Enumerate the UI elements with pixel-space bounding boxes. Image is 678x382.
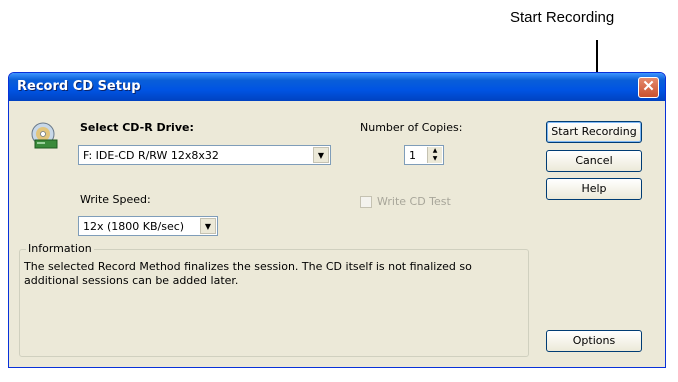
spinner-arrows-icon[interactable]: ▲ ▼	[427, 147, 442, 163]
drive-select[interactable]: F: IDE-CD R/RW 12x8x32 ▼	[78, 145, 331, 165]
copies-value: 1	[409, 149, 416, 162]
write-test-checkbox[interactable]	[360, 196, 372, 208]
copies-label: Number of Copies:	[360, 121, 463, 134]
drive-value: F: IDE-CD R/RW 12x8x32	[83, 149, 219, 162]
start-recording-button[interactable]: Start Recording	[546, 121, 642, 143]
cancel-button[interactable]: Cancel	[546, 150, 642, 172]
options-button[interactable]: Options	[546, 330, 642, 352]
information-title: Information	[26, 242, 94, 255]
chevron-down-icon[interactable]: ▼	[200, 218, 216, 234]
close-icon: ✕	[642, 78, 655, 95]
dialog-title: Record CD Setup	[17, 79, 141, 94]
information-text: The selected Record Method finalizes the…	[24, 260, 472, 287]
speed-select[interactable]: 12x (1800 KB/sec) ▼	[78, 216, 218, 236]
information-group: Information The selected Record Method f…	[19, 242, 529, 357]
speed-value: 12x (1800 KB/sec)	[83, 220, 185, 233]
copies-spinner[interactable]: 1 ▲ ▼	[404, 145, 444, 165]
chevron-down-icon[interactable]: ▼	[313, 147, 329, 163]
start-recording-callout: Start Recording	[510, 9, 615, 26]
dialog-titlebar[interactable]: Record CD Setup ✕	[9, 73, 665, 101]
speed-label: Write Speed:	[80, 193, 151, 206]
record-cd-setup-dialog: Record CD Setup ✕ Select CD-R Drive: F: …	[8, 72, 666, 368]
drive-label: Select CD-R Drive:	[80, 121, 194, 134]
help-button[interactable]: Help	[546, 178, 642, 200]
close-button[interactable]: ✕	[638, 77, 659, 98]
cd-drive-icon	[31, 122, 58, 149]
write-test-label: Write CD Test	[377, 195, 451, 208]
